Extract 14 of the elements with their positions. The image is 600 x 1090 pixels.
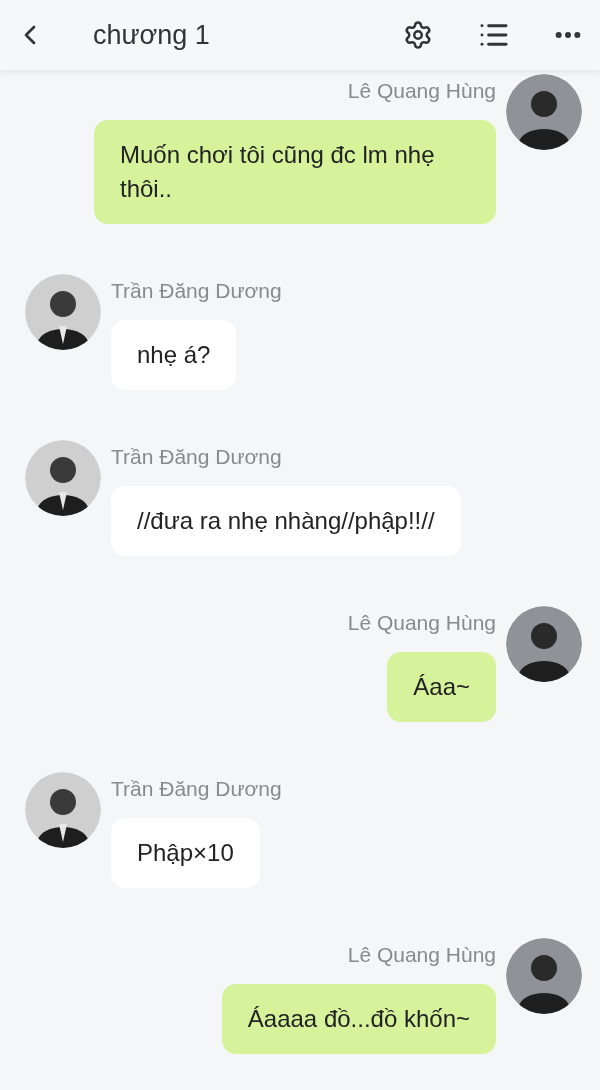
message-bubble: //đưa ra nhẹ nhàng//phập!!// [111, 486, 461, 556]
sender-name: Lê Quang Hùng [347, 942, 496, 968]
sender-name: Trần Đăng Dương [111, 278, 282, 304]
sender-name: Trần Đăng Dương [111, 444, 282, 470]
chapter-title: chương 1 [93, 18, 210, 52]
message-bubble: Muốn chơi tôi cũng đc lm nhẹ thôi.. [94, 120, 496, 224]
message-bubble: Áaa~ [387, 652, 496, 722]
message-bubble: nhẹ á? [111, 320, 237, 390]
settings-icon[interactable] [403, 20, 433, 50]
sender-name: Lê Quang Hùng [347, 610, 496, 636]
message-bubble: Áaaaa đồ...đồ khốn~ [221, 984, 496, 1054]
sender-name: Trần Đăng Dương [111, 776, 282, 802]
message-bubble: Phập×10 [111, 818, 260, 888]
sender-name: Lê Quang Hùng [347, 78, 496, 104]
